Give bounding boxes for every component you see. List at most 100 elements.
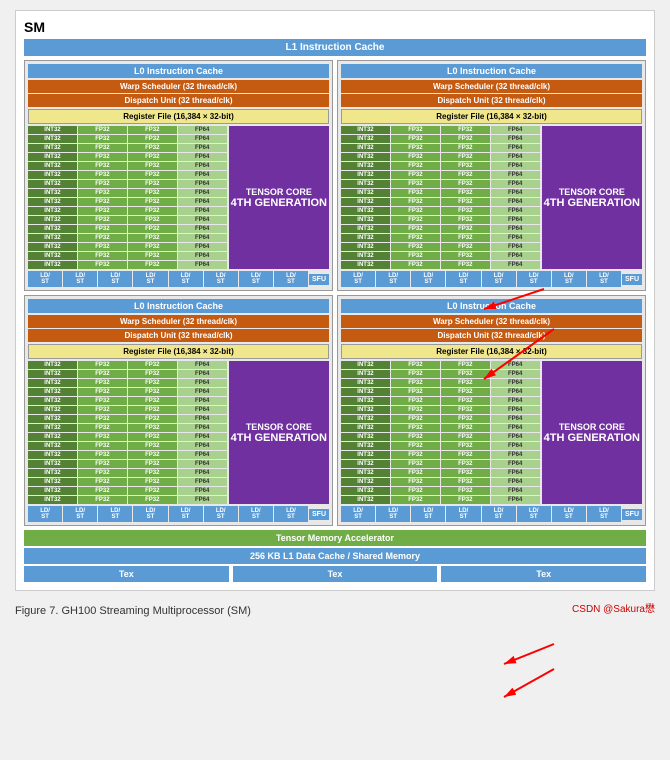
core-cell: FP32 bbox=[78, 433, 127, 441]
ld-st-cell: LD/ST bbox=[63, 506, 97, 522]
core-cell: FP64 bbox=[491, 216, 540, 224]
core-cell: FP64 bbox=[491, 379, 540, 387]
core-cell: FP64 bbox=[178, 162, 227, 170]
ld-st-cell: LD/ST bbox=[239, 271, 273, 287]
core-cell: FP64 bbox=[491, 469, 540, 477]
ld-st-cell: LD/ST bbox=[376, 271, 410, 287]
ld-st-cell: LD/ST bbox=[133, 506, 167, 522]
ld-st-cell: LD/ST bbox=[411, 506, 445, 522]
tensor-core-label-q2: TENSOR CORE 4TH GENERATION bbox=[542, 126, 642, 269]
core-cell: INT32 bbox=[341, 361, 390, 369]
core-cell: INT32 bbox=[28, 180, 77, 188]
core-cell: FP32 bbox=[441, 487, 490, 495]
core-cell: FP32 bbox=[441, 135, 490, 143]
core-cell: FP32 bbox=[441, 162, 490, 170]
core-cell: FP32 bbox=[441, 153, 490, 161]
core-cell: INT32 bbox=[341, 153, 390, 161]
core-cell: INT32 bbox=[28, 189, 77, 197]
core-cell: FP32 bbox=[78, 397, 127, 405]
core-grid-q1: INT32FP32FP32FP64 INT32FP32FP32FP64 INT3… bbox=[28, 126, 227, 269]
core-cell: FP32 bbox=[441, 361, 490, 369]
core-cell: FP32 bbox=[391, 415, 440, 423]
ld-st-cell: LD/ST bbox=[552, 506, 586, 522]
core-cell: FP64 bbox=[491, 424, 540, 432]
core-cell: FP32 bbox=[78, 153, 127, 161]
l0-cache-q1: L0 Instruction Cache bbox=[28, 64, 329, 78]
ld-st-row-q4: LD/ST LD/ST LD/ST LD/ST LD/ST LD/ST LD/S… bbox=[341, 506, 642, 522]
core-cell: FP64 bbox=[178, 153, 227, 161]
tensor-core-gen-q2: 4TH GENERATION bbox=[544, 197, 640, 209]
core-cell: FP64 bbox=[178, 433, 227, 441]
core-cell: FP64 bbox=[178, 144, 227, 152]
tex-row: Tex Tex Tex bbox=[24, 566, 646, 582]
core-cell: INT32 bbox=[341, 415, 390, 423]
core-cell: FP64 bbox=[178, 379, 227, 387]
core-cell: FP32 bbox=[78, 189, 127, 197]
core-cell: FP32 bbox=[78, 478, 127, 486]
l1-instruction-cache-top: L1 Instruction Cache bbox=[24, 39, 646, 56]
core-cell: FP32 bbox=[128, 496, 177, 504]
core-cell: INT32 bbox=[341, 162, 390, 170]
core-cell: FP32 bbox=[128, 469, 177, 477]
ld-st-cell: LD/ST bbox=[341, 506, 375, 522]
core-cell: FP64 bbox=[178, 261, 227, 269]
core-cell: FP32 bbox=[391, 126, 440, 134]
core-cell: FP64 bbox=[491, 460, 540, 468]
core-cell: INT32 bbox=[28, 126, 77, 134]
core-cell: FP32 bbox=[441, 180, 490, 188]
core-grid-container-q3: INT32FP32FP32FP64 INT32FP32FP32FP64 INT3… bbox=[28, 361, 329, 504]
core-cell: FP32 bbox=[441, 243, 490, 251]
core-cell: FP32 bbox=[391, 243, 440, 251]
core-grid-q4: INT32FP32FP32FP64 INT32FP32FP32FP64 INT3… bbox=[341, 361, 540, 504]
ld-st-cell: LD/ST bbox=[587, 506, 621, 522]
core-cell: FP32 bbox=[128, 144, 177, 152]
core-cell: FP32 bbox=[391, 144, 440, 152]
core-cell: FP32 bbox=[128, 180, 177, 188]
core-cell: FP32 bbox=[78, 388, 127, 396]
core-cell: FP32 bbox=[391, 487, 440, 495]
core-cell: FP32 bbox=[391, 496, 440, 504]
core-cell: FP32 bbox=[441, 225, 490, 233]
core-cell: INT32 bbox=[341, 135, 390, 143]
core-cell: INT32 bbox=[341, 469, 390, 477]
tensor-memory-accelerator: Tensor Memory Accelerator bbox=[24, 530, 646, 546]
core-cell: FP32 bbox=[391, 198, 440, 206]
core-grid-container-q4: INT32FP32FP32FP64 INT32FP32FP32FP64 INT3… bbox=[341, 361, 642, 504]
tensor-core-text-q2: TENSOR CORE bbox=[559, 187, 625, 197]
core-cell: INT32 bbox=[341, 487, 390, 495]
core-cell: FP32 bbox=[391, 162, 440, 170]
core-cell: FP64 bbox=[491, 487, 540, 495]
warp-scheduler-q1: Warp Scheduler (32 thread/clk) bbox=[28, 80, 329, 93]
core-cell: INT32 bbox=[28, 144, 77, 152]
core-cell: FP32 bbox=[78, 243, 127, 251]
core-cell: FP32 bbox=[441, 415, 490, 423]
core-cell: FP32 bbox=[391, 189, 440, 197]
core-cell: FP64 bbox=[178, 415, 227, 423]
core-cell: FP64 bbox=[178, 478, 227, 486]
ld-st-cell: LD/ST bbox=[63, 271, 97, 287]
core-cell: FP32 bbox=[78, 144, 127, 152]
core-cell: FP64 bbox=[491, 198, 540, 206]
core-cell: FP64 bbox=[178, 397, 227, 405]
core-cell: FP32 bbox=[78, 180, 127, 188]
core-cell: FP32 bbox=[128, 397, 177, 405]
core-cell: FP32 bbox=[128, 460, 177, 468]
core-cell: FP32 bbox=[78, 424, 127, 432]
core-grid-container-q1: INT32FP32FP32FP64 INT32FP32FP32FP64 INT3… bbox=[28, 126, 329, 269]
core-cell: FP32 bbox=[128, 406, 177, 414]
core-cell: FP32 bbox=[78, 361, 127, 369]
ld-st-cell: LD/ST bbox=[204, 506, 238, 522]
core-cell: INT32 bbox=[341, 252, 390, 260]
core-cell: FP64 bbox=[491, 252, 540, 260]
core-cell: INT32 bbox=[341, 424, 390, 432]
core-cell: FP32 bbox=[128, 162, 177, 170]
core-cell: FP64 bbox=[491, 433, 540, 441]
ld-st-row-q1: LD/ST LD/ST LD/ST LD/ST LD/ST LD/ST LD/S… bbox=[28, 271, 329, 287]
core-cell: INT32 bbox=[341, 261, 390, 269]
core-cell: INT32 bbox=[28, 478, 77, 486]
core-cell: FP32 bbox=[78, 469, 127, 477]
core-cell: FP32 bbox=[441, 216, 490, 224]
core-cell: FP32 bbox=[391, 216, 440, 224]
core-cell: FP32 bbox=[441, 234, 490, 242]
core-cell: FP64 bbox=[491, 442, 540, 450]
